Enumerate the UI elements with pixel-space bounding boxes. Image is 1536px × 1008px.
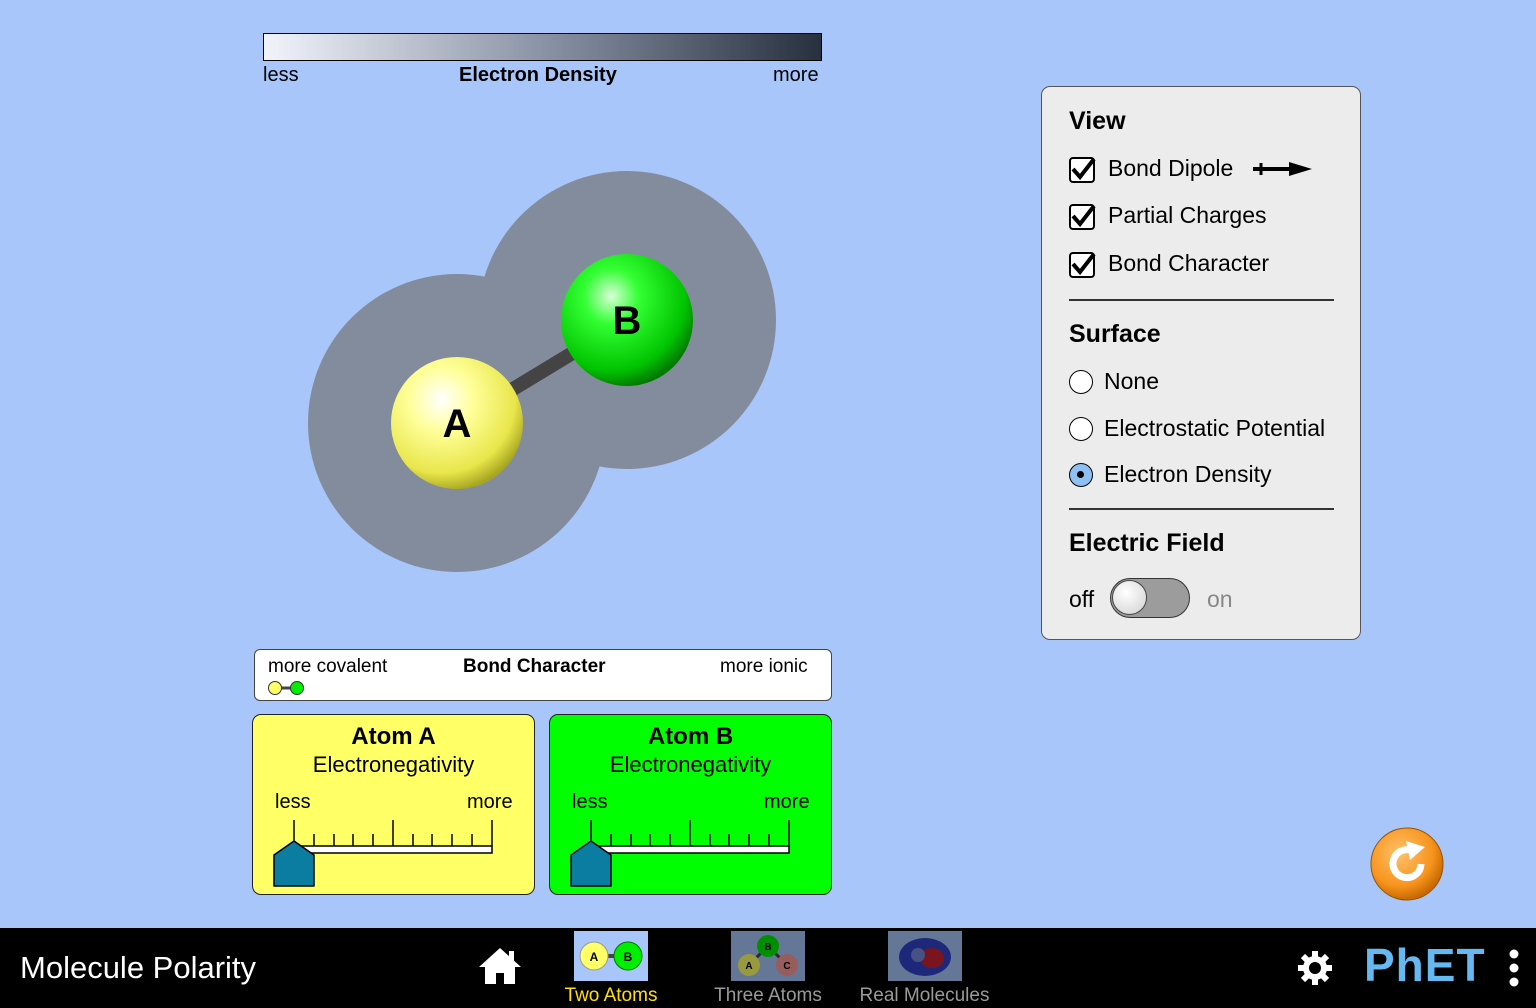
- atom-a-title: Atom A: [351, 723, 436, 750]
- checkbox-box: [1069, 157, 1096, 183]
- atom-b-panel: Atom B Electronegativity less more: [549, 714, 832, 895]
- screen-tab-real-molecules[interactable]: Real Molecules: [852, 928, 997, 1008]
- density-more-label: more: [773, 64, 819, 86]
- electric-field-toggle[interactable]: [1110, 578, 1190, 618]
- bond-character-label: Bond Character: [1108, 250, 1270, 276]
- reset-all-button[interactable]: [1370, 827, 1444, 901]
- radio-circle: [1069, 417, 1093, 441]
- surface-electron-density-radio[interactable]: Electron Density: [1069, 461, 1354, 489]
- bond-character-checkbox[interactable]: Bond Character: [1069, 250, 1349, 280]
- svg-text:C: C: [783, 961, 790, 972]
- electric-field-off-label: off: [1069, 586, 1095, 612]
- partial-charges-checkbox[interactable]: Partial Charges: [1069, 202, 1349, 232]
- radio-circle-selected: [1069, 463, 1093, 487]
- svg-text:B: B: [624, 950, 633, 964]
- two-atoms-icon: A B: [574, 931, 648, 981]
- atom-b-subtitle: Electronegativity: [609, 752, 772, 777]
- slider-track: [293, 845, 493, 854]
- checkmark-icon: [1071, 157, 1096, 181]
- more-options-icon[interactable]: [1508, 948, 1520, 988]
- bond-dipole-label: Bond Dipole: [1108, 155, 1234, 181]
- view-heading: View: [1069, 107, 1126, 135]
- surface-heading: Surface: [1069, 320, 1161, 348]
- radio-circle: [1069, 370, 1093, 394]
- more-covalent-label: more covalent: [268, 656, 388, 677]
- screen-tab-three-atoms-label: Three Atoms: [714, 985, 822, 1006]
- dipole-arrow-icon: [1253, 162, 1312, 176]
- svg-text:A: A: [745, 961, 752, 972]
- atom-a-less-label: less: [275, 791, 311, 813]
- electric-field-heading: Electric Field: [1069, 529, 1225, 557]
- bond-dipole-checkbox[interactable]: Bond Dipole: [1069, 155, 1349, 185]
- atom-a-more-label: more: [467, 791, 513, 813]
- slider-ticks: [590, 820, 790, 846]
- svg-text:A: A: [590, 950, 599, 964]
- surface-electrostatic-potential-radio[interactable]: Electrostatic Potential: [1069, 415, 1354, 443]
- surface-electron-density-label: Electron Density: [1104, 461, 1272, 487]
- checkmark-icon: [1071, 204, 1096, 228]
- gear-icon[interactable]: [1296, 949, 1334, 987]
- atom-a[interactable]: A: [391, 357, 523, 489]
- slider-ticks: [293, 820, 493, 846]
- bond-character-title: Bond Character: [463, 656, 606, 677]
- atom-b-title: Atom B: [647, 723, 734, 750]
- bond-character-indicator: [268, 681, 304, 695]
- surface-none-label: None: [1104, 368, 1159, 394]
- home-icon[interactable]: [477, 946, 523, 986]
- density-less-label: less: [263, 64, 299, 86]
- atom-b-label: B: [613, 299, 642, 343]
- checkbox-box: [1069, 204, 1096, 230]
- three-atoms-icon: B A C: [731, 931, 805, 981]
- surface-electrostatic-label: Electrostatic Potential: [1104, 415, 1326, 441]
- bond-character-meter: more covalent Bond Character more ionic: [254, 649, 832, 701]
- phet-logo[interactable]: PhET: [1364, 938, 1486, 992]
- divider: [1069, 299, 1334, 301]
- atom-a-panel: Atom A Electronegativity less more: [252, 714, 535, 895]
- app-title: Molecule Polarity: [20, 950, 257, 985]
- checkbox-box: [1069, 252, 1096, 278]
- molecule-view[interactable]: A B: [290, 160, 800, 590]
- svg-text:B: B: [764, 942, 771, 953]
- screen-tab-real-molecules-label: Real Molecules: [859, 985, 990, 1006]
- atom-a-electronegativity-slider[interactable]: [271, 815, 501, 890]
- atom-b-less-label: less: [572, 791, 608, 813]
- electron-density-gradient-bar: [263, 33, 822, 61]
- screen-tab-three-atoms[interactable]: B A C Three Atoms: [705, 928, 831, 1008]
- divider: [1069, 508, 1334, 510]
- density-legend-title: Electron Density: [459, 64, 617, 86]
- atom-b[interactable]: B: [561, 254, 693, 386]
- navigation-bar: Molecule Polarity A B Two Atoms B A C Th…: [0, 928, 1536, 1008]
- more-ionic-label: more ionic: [720, 656, 808, 677]
- slider-track: [590, 845, 790, 854]
- partial-charges-label: Partial Charges: [1108, 202, 1267, 228]
- atom-a-label: A: [443, 402, 472, 446]
- control-panel: View Bond Dipole Partial Charges Bond Ch…: [1041, 86, 1361, 640]
- screen-tab-two-atoms[interactable]: A B Two Atoms: [555, 928, 667, 1008]
- checkmark-icon: [1071, 252, 1096, 276]
- real-molecules-icon: [888, 931, 962, 981]
- atom-b-electronegativity-slider[interactable]: [568, 815, 798, 890]
- toggle-knob[interactable]: [1112, 580, 1147, 615]
- atom-b-more-label: more: [764, 791, 810, 813]
- atom-a-subtitle: Electronegativity: [312, 752, 475, 777]
- screen-tab-two-atoms-label: Two Atoms: [564, 985, 658, 1006]
- surface-none-radio[interactable]: None: [1069, 368, 1354, 396]
- electric-field-on-label: on: [1207, 586, 1233, 612]
